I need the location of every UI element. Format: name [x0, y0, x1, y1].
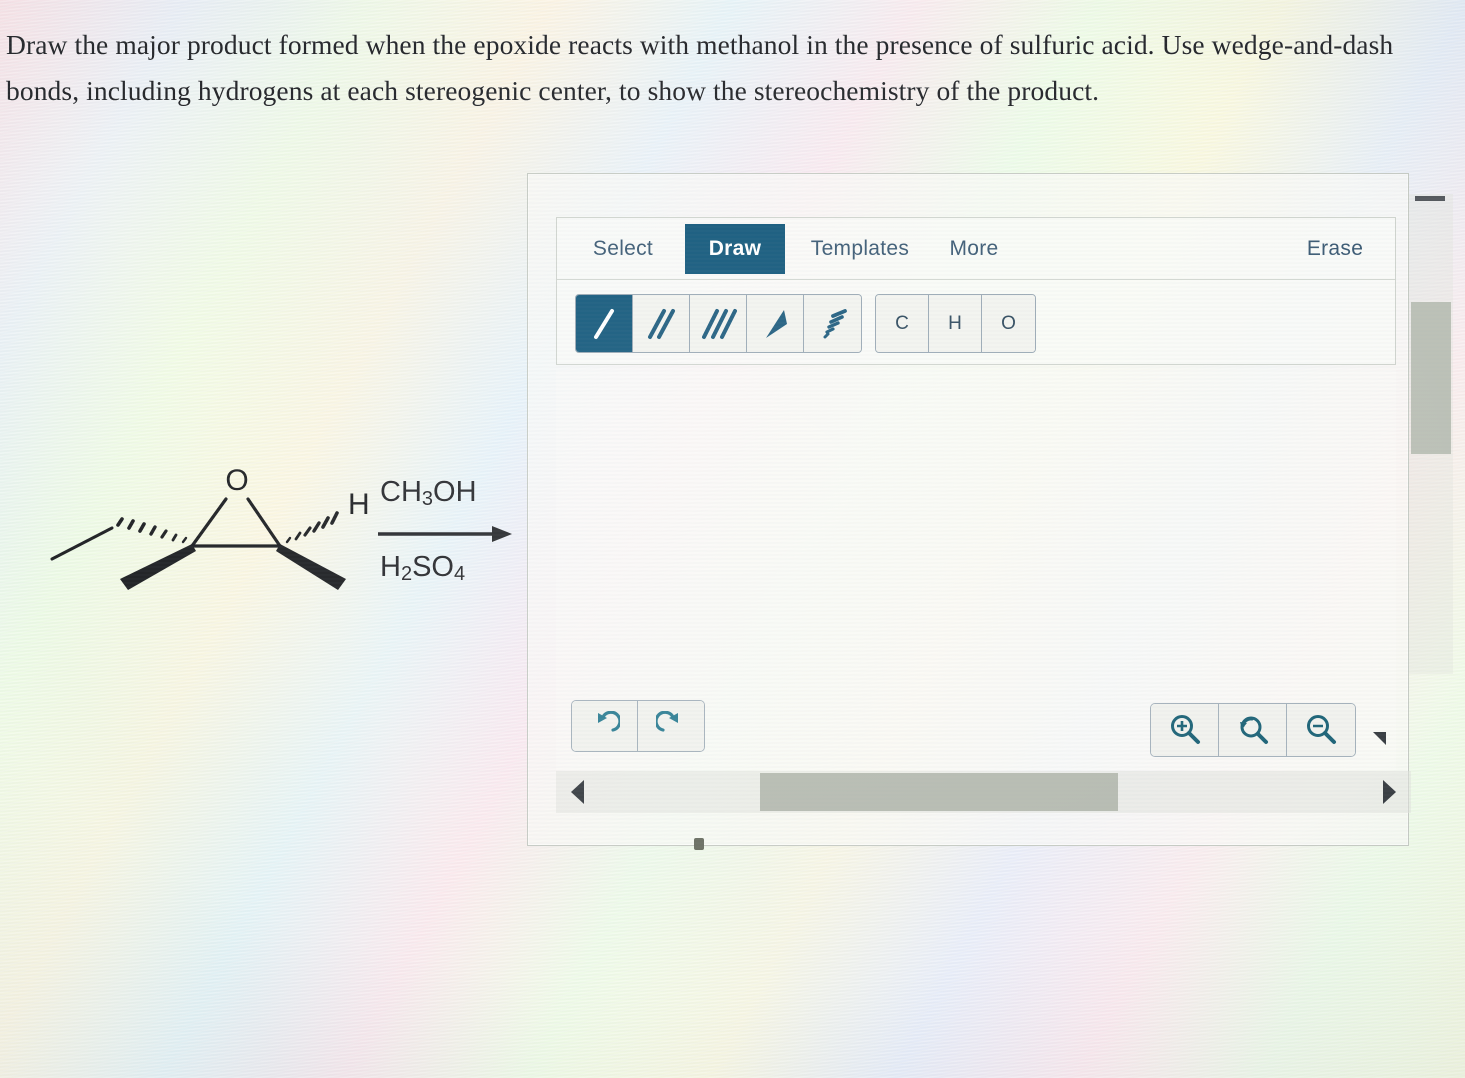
- molecule-drawing-panel: Select Draw Templates More Erase C H O: [527, 173, 1411, 846]
- bond-ring-right-oxygen: [246, 497, 282, 548]
- question-prompt: Draw the major product formed when the e…: [6, 29, 1394, 106]
- element-oxygen-label: O: [1001, 312, 1016, 334]
- hash-bond-icon: [823, 308, 847, 338]
- magnifier-plus-icon: [1170, 715, 1200, 744]
- reagent-below-arrow: H2SO4: [380, 551, 466, 585]
- bond-ring-left-oxygen: [190, 497, 228, 548]
- element-hydrogen-button[interactable]: H: [929, 295, 982, 352]
- editor-toolbar: Select Draw Templates More Erase C H O: [556, 217, 1396, 365]
- magnifier-reset-icon: [1239, 716, 1268, 744]
- resize-corner-icon[interactable]: [1373, 732, 1386, 745]
- zoom-button-group: [1150, 703, 1356, 757]
- bond-wedge-left-methyl: [120, 544, 196, 590]
- element-carbon-label: C: [895, 312, 909, 334]
- panel-bottom-marker: [694, 838, 704, 850]
- triple-bond-tool[interactable]: [690, 295, 747, 352]
- vertical-scroll-top-mark: [1415, 196, 1445, 201]
- element-tool-group: C H O: [875, 294, 1036, 353]
- history-button-group: [571, 700, 705, 752]
- bond-hash-right-hydrogen: [285, 511, 339, 544]
- bond-hash-left: [116, 517, 188, 544]
- undo-arrow-icon: [597, 711, 620, 732]
- redo-arrow-icon: [656, 711, 678, 732]
- bond-terminal-methyl: [50, 526, 114, 561]
- erase-button-label: Erase: [1306, 237, 1364, 260]
- horizontal-scroll-track[interactable]: [600, 771, 1367, 813]
- bond-wedge-right-methyl: [276, 544, 346, 590]
- vertical-scroll-thumb[interactable]: [1411, 302, 1451, 454]
- hash-bond-tool[interactable]: [804, 295, 861, 352]
- reagent-above-arrow: CH3OH: [380, 476, 477, 510]
- zoom-out-button[interactable]: [1287, 704, 1355, 756]
- reaction-arrow-icon: [378, 526, 512, 542]
- editor-tab-row: Select Draw Templates More Erase: [557, 218, 1395, 280]
- element-hydrogen-label: H: [948, 312, 962, 334]
- tab-draw-label: Draw: [708, 237, 762, 260]
- element-carbon-button[interactable]: C: [876, 295, 929, 352]
- zoom-in-button[interactable]: [1151, 704, 1219, 756]
- single-bond-icon: [594, 308, 614, 339]
- element-oxygen-button[interactable]: O: [982, 295, 1035, 352]
- double-bond-tool[interactable]: [633, 295, 690, 352]
- editor-tool-row: C H O: [557, 280, 1395, 365]
- tab-select[interactable]: Select: [577, 224, 669, 274]
- redo-button[interactable]: [638, 701, 704, 751]
- wedge-bond-tool[interactable]: [747, 295, 804, 352]
- triple-bond-icon: [702, 308, 737, 339]
- tab-templates[interactable]: Templates: [795, 224, 925, 274]
- scroll-left-button[interactable]: [556, 771, 600, 813]
- reaction-scheme: O H CH3OH H2SO4: [40, 462, 520, 602]
- triangle-right-icon: [1383, 780, 1396, 804]
- horizontal-scrollbar[interactable]: [556, 771, 1411, 813]
- zoom-reset-button[interactable]: [1219, 704, 1287, 756]
- undo-button[interactable]: [572, 701, 638, 751]
- horizontal-scroll-thumb[interactable]: [760, 773, 1118, 811]
- single-bond-tool[interactable]: [576, 295, 633, 352]
- tab-more-label: More: [949, 237, 999, 260]
- bond-tool-group: [575, 294, 862, 353]
- tab-select-label: Select: [592, 237, 654, 260]
- erase-button[interactable]: Erase: [1289, 224, 1381, 274]
- tab-draw[interactable]: Draw: [685, 224, 785, 274]
- vertical-scrollbar[interactable]: [1409, 194, 1453, 674]
- label-stereocenter-hydrogen: H: [348, 488, 370, 521]
- tab-more[interactable]: More: [935, 224, 1013, 274]
- double-bond-icon: [648, 308, 675, 339]
- label-ring-oxygen: O: [225, 464, 248, 497]
- wedge-bond-icon: [766, 309, 787, 338]
- tab-templates-label: Templates: [810, 237, 910, 260]
- scroll-right-button[interactable]: [1367, 771, 1411, 813]
- magnifier-minus-icon: [1307, 715, 1336, 744]
- triangle-left-icon: [571, 780, 584, 804]
